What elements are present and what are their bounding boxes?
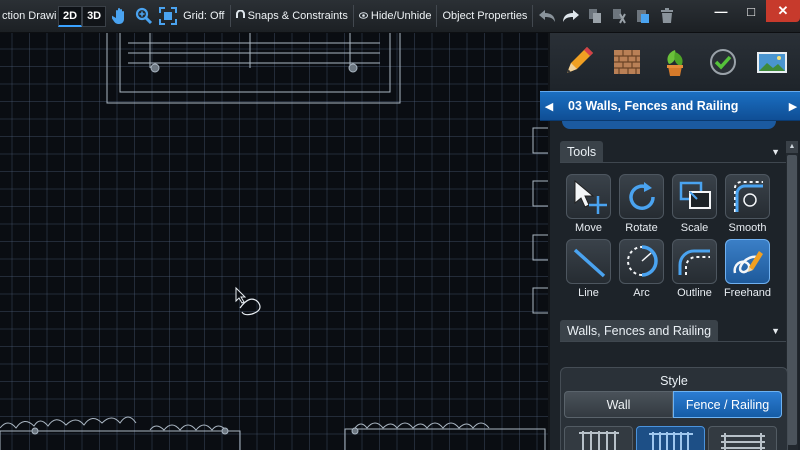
outline-icon[interactable] [672,239,717,284]
tool-label: Line [578,287,599,299]
collapse-arrow-icon[interactable]: ▼ [771,147,784,157]
line-icon[interactable] [566,239,611,284]
tools-header: Tools [560,141,604,163]
minimize-button[interactable]: — [706,0,736,22]
view-2d-button[interactable]: 2D [58,5,83,27]
category-next-arrow-icon[interactable]: ▶ [784,100,800,113]
walls-header: Walls, Fences and Railing [560,320,719,342]
category-prev-arrow-icon[interactable]: ◀ [540,100,558,113]
design-panel: ◀ 03 Walls, Fences and Railing ▶ ▲ Tools… [540,33,800,450]
toolbar-divider [532,5,534,27]
tool-label: Outline [677,287,712,299]
brick-icon[interactable] [607,42,647,82]
snaps-label: Snaps & Constraints [247,10,348,22]
toolbar-divider [352,5,354,27]
fence-style-swatches [564,426,777,450]
arc-icon[interactable] [619,239,664,284]
category-icon-bar [550,33,800,91]
maximize-button[interactable]: □ [736,0,766,22]
style-fence-railing-button[interactable]: Fence / Railing [673,391,782,418]
object-properties-button[interactable]: Object Properties [439,10,530,22]
tool-label: Rotate [625,222,658,234]
scale-icon[interactable] [672,174,717,219]
toolbar-divider [229,5,231,27]
fence-swatch[interactable] [636,426,705,450]
category-tab-indicator [562,121,776,129]
pan-hand-icon[interactable] [110,5,130,27]
magnet-icon [235,9,245,18]
tool-label: Freehand [723,287,772,299]
tool-line[interactable]: Line [562,239,615,302]
move-icon[interactable] [566,174,611,219]
category-selector: ◀ 03 Walls, Fences and Railing ▶ [540,91,800,121]
window-controls: — □ ✕ [706,0,800,22]
hide-unhide-button[interactable]: Hide/Unhide [356,10,435,22]
tool-label: Scale [680,222,709,234]
smooth-icon[interactable] [725,174,770,219]
zoom-icon[interactable] [134,5,154,27]
tools-section-header[interactable]: Tools ▼ [560,141,784,163]
zoom-extents-icon[interactable] [158,5,178,27]
grid-toggle[interactable]: Grid: Off [180,10,227,22]
plan-structure-top [106,33,401,104]
tool-move[interactable]: Move [562,174,615,237]
plan-drawing [0,33,548,450]
section-divider [560,162,786,163]
style-wall-button[interactable]: Wall [564,391,673,418]
drawing-canvas[interactable] [0,33,548,450]
copy-icon[interactable] [585,5,605,27]
redo-icon[interactable] [561,5,581,27]
fence-swatch[interactable] [564,426,633,450]
style-title: Style [660,374,688,388]
cut-icon[interactable] [609,5,629,27]
category-label: 03 Walls, Fences and Railing [568,99,739,113]
view-3d-button[interactable]: 3D [82,5,107,27]
tool-freehand[interactable]: Freehand [721,239,774,302]
tool-smooth[interactable]: Smooth [721,174,774,237]
undo-icon[interactable] [537,5,557,27]
close-button[interactable]: ✕ [766,0,800,22]
hide-unhide-label: Hide/Unhide [370,10,432,22]
landscape-photo-icon[interactable] [752,42,792,82]
tool-label: Arc [633,287,650,299]
toolbar-divider [436,5,438,27]
tool-rotate[interactable]: Rotate [615,174,668,237]
tool-scale[interactable]: Scale [668,174,721,237]
style-group: Style Wall Fence / Railing [560,367,788,450]
section-divider [560,341,786,342]
pencil-icon[interactable] [558,42,598,82]
delete-icon[interactable] [657,5,677,27]
top-toolbar: ction Drawi 2D 3D Grid: Off Snaps & Cons… [0,0,800,33]
plan-foliage-bottom [0,416,546,450]
tool-label: Move [575,222,602,234]
plant-icon[interactable] [655,42,695,82]
eye-icon [358,12,368,19]
paste-icon[interactable] [633,5,653,27]
freehand-cursor-icon [235,286,261,316]
tools-grid: Move Rotate Scale Smooth Line Arc Outlin… [562,174,776,302]
view-mode-toggle: 2D 3D [58,5,107,27]
document-title: ction Drawi [2,10,56,22]
style-segmented-control: Wall Fence / Railing [564,391,782,418]
fence-swatch[interactable] [708,426,777,450]
freehand-icon[interactable] [725,239,770,284]
tool-label: Smooth [728,222,767,234]
scroll-thumb[interactable] [787,155,797,445]
rotate-icon[interactable] [619,174,664,219]
scroll-up-icon[interactable]: ▲ [786,141,798,153]
snaps-constraints-button[interactable]: Snaps & Constraints [233,9,351,22]
walls-section-header[interactable]: Walls, Fences and Railing ▼ [560,320,784,342]
plan-wall-brackets [532,127,548,314]
collapse-arrow-icon[interactable]: ▼ [771,326,784,336]
tool-arc[interactable]: Arc [615,239,668,302]
tool-outline[interactable]: Outline [668,239,721,302]
checkmark-icon[interactable] [703,42,743,82]
